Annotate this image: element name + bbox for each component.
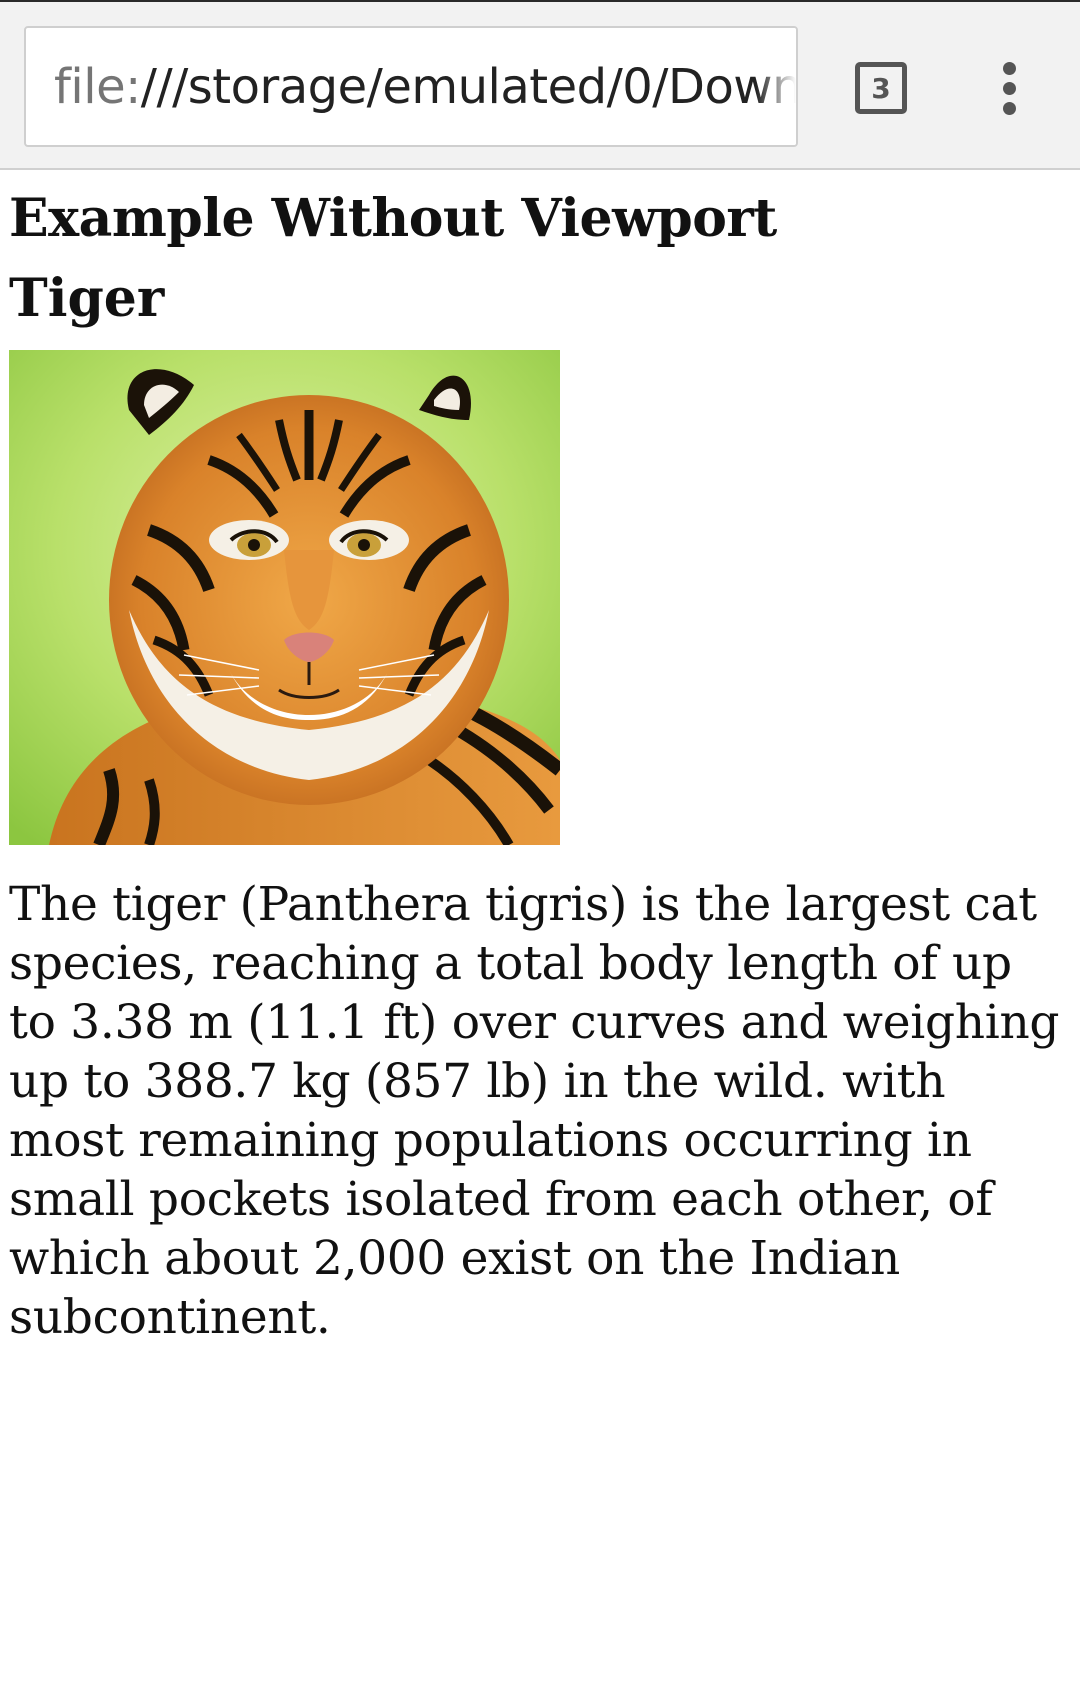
url-fade	[756, 28, 796, 145]
menu-dot	[1003, 62, 1016, 75]
menu-dot	[1003, 82, 1016, 95]
tiger-photo	[9, 350, 560, 845]
more-vert-icon[interactable]	[990, 60, 1030, 116]
tiger-description: The tiger (Panthera tigris) is the large…	[9, 877, 1060, 1345]
url-path: ///storage/emulated/0/Downl	[140, 58, 798, 115]
browser-toolbar: file:///storage/emulated/0/Downl 3	[0, 0, 1080, 170]
url-bar[interactable]: file:///storage/emulated/0/Downl	[24, 26, 798, 147]
page-content: Example Without Viewport Tiger The tiger…	[9, 170, 1074, 1347]
tab-count: 3	[871, 71, 891, 105]
menu-dot	[1003, 102, 1016, 115]
url-scheme: file:	[54, 58, 141, 115]
page-title: Example Without Viewport	[9, 188, 777, 249]
section-heading: Tiger	[9, 268, 165, 329]
tab-switcher-icon[interactable]: 3	[855, 62, 907, 114]
